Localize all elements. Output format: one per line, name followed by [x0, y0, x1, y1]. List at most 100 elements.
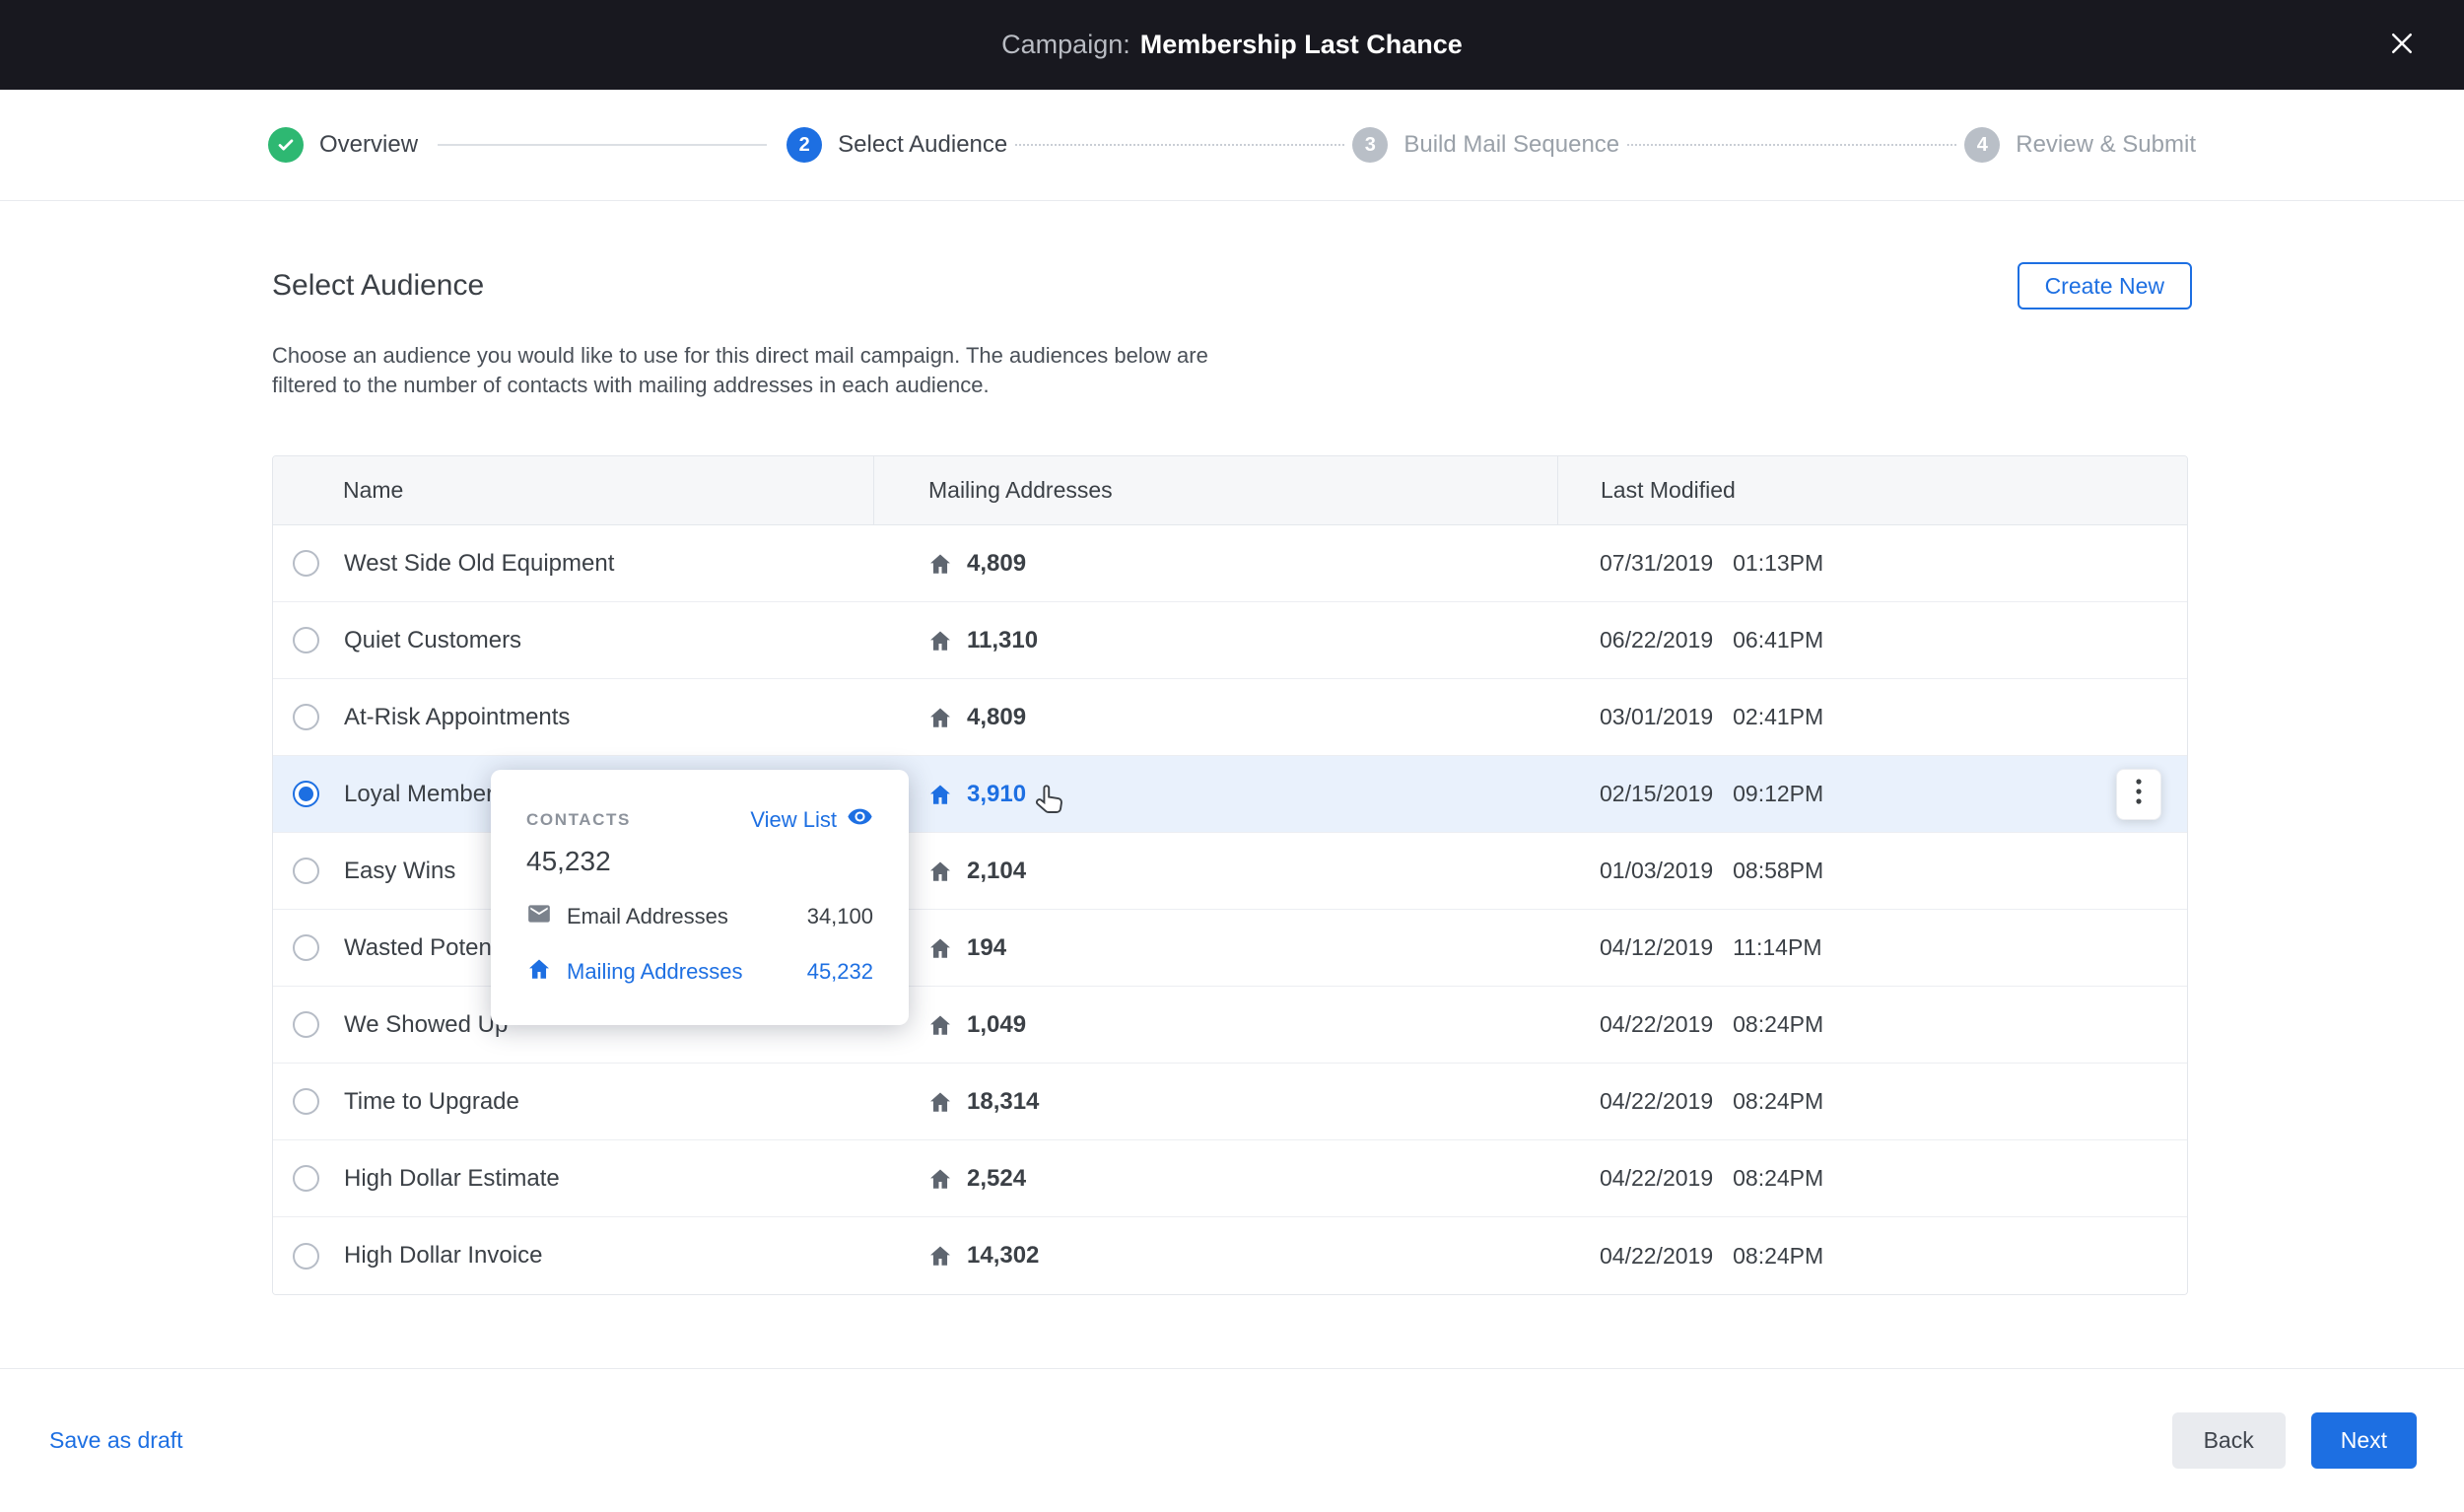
campaign-title-prefix: Campaign:	[1001, 30, 1130, 59]
column-header-name: Name	[273, 456, 873, 524]
audience-radio[interactable]	[293, 858, 319, 884]
mailing-count: 2,524	[967, 1165, 1026, 1193]
table-row[interactable]: High Dollar Estimate 2,524 04/22/2019 08…	[273, 1140, 2187, 1217]
close-icon	[2387, 29, 2417, 61]
audience-radio[interactable]	[293, 1088, 319, 1115]
step-label: Overview	[319, 131, 418, 159]
mailing-count: 18,314	[967, 1088, 1039, 1116]
step-select-audience[interactable]: 2 Select Audience	[787, 127, 1007, 163]
mailing-addresses-label[interactable]: Mailing Addresses	[567, 959, 743, 985]
mailing-count: 11,310	[967, 627, 1038, 654]
audience-radio[interactable]	[293, 1165, 319, 1192]
audience-name: High Dollar Invoice	[344, 1242, 542, 1270]
view-list-label: View List	[750, 807, 837, 833]
table-row[interactable]: Time to Upgrade 18,314 04/22/2019 08:24P…	[273, 1064, 2187, 1140]
audience-radio-checked[interactable]	[293, 781, 319, 807]
eye-icon	[847, 803, 873, 836]
modified-date: 06/22/2019	[1600, 627, 1713, 653]
audience-name: At-Risk Appointments	[344, 704, 570, 731]
step-label: Build Mail Sequence	[1403, 131, 1619, 159]
audience-radio[interactable]	[293, 627, 319, 653]
wizard-footer: Save as draft Back Next	[0, 1368, 2464, 1512]
table-header: Name Mailing Addresses Last Modified	[273, 456, 2187, 525]
modified-date: 04/22/2019	[1600, 1165, 1713, 1192]
contacts-label: CONTACTS	[526, 810, 631, 830]
modified-date: 07/31/2019	[1600, 550, 1713, 577]
house-icon	[927, 935, 953, 961]
step-overview[interactable]: Overview	[268, 127, 418, 163]
audience-name: West Side Old Equipment	[344, 550, 614, 578]
create-new-button[interactable]: Create New	[2018, 262, 2192, 309]
house-icon	[927, 1089, 953, 1115]
email-addresses-row: Email Addresses 34,100	[526, 901, 873, 932]
house-icon	[927, 1012, 953, 1038]
mailing-count: 14,302	[967, 1242, 1039, 1270]
kebab-menu-button[interactable]	[2116, 769, 2161, 820]
house-icon	[927, 551, 953, 577]
contacts-count: 45,232	[526, 846, 873, 877]
section-heading: Select Audience	[272, 269, 484, 303]
step-build-mail-sequence[interactable]: 3 Build Mail Sequence	[1352, 127, 1619, 163]
house-icon	[927, 859, 953, 884]
close-button[interactable]	[2379, 23, 2425, 68]
modified-date: 04/22/2019	[1600, 1011, 1713, 1038]
back-button[interactable]: Back	[2172, 1412, 2286, 1469]
audience-name: Loyal Members	[344, 781, 506, 808]
stepper-connector	[1015, 144, 1344, 146]
description-line: Choose an audience you would like to use…	[272, 341, 2192, 371]
wizard-stepper: Overview 2 Select Audience 3 Build Mail …	[0, 90, 2464, 201]
step-review-submit[interactable]: 4 Review & Submit	[1964, 127, 2196, 163]
table-row[interactable]: At-Risk Appointments 4,809 03/01/2019 02…	[273, 679, 2187, 756]
audience-name: Quiet Customers	[344, 627, 521, 654]
contacts-popover: CONTACTS View List 45,232 Email Addresse…	[491, 770, 909, 1025]
check-icon	[268, 127, 304, 163]
table-row[interactable]: West Side Old Equipment 4,809 07/31/2019…	[273, 525, 2187, 602]
mailing-count: 194	[967, 934, 1006, 962]
step-number: 4	[1964, 127, 2000, 163]
modified-date: 03/01/2019	[1600, 704, 1713, 730]
modified-time: 02:41PM	[1733, 704, 1823, 730]
email-addresses-value: 34,100	[807, 904, 873, 929]
mailing-count: 4,809	[967, 704, 1026, 731]
column-header-last-modified: Last Modified	[1557, 456, 2187, 524]
section-description: Choose an audience you would like to use…	[272, 341, 2192, 400]
top-bar: Campaign:Membership Last Chance	[0, 0, 2464, 90]
envelope-icon	[526, 901, 552, 932]
modified-time: 08:24PM	[1733, 1165, 1823, 1192]
step-label: Select Audience	[838, 131, 1007, 159]
kebab-icon	[2135, 778, 2143, 810]
audience-name: We Showed Up	[344, 1011, 508, 1039]
page-title: Campaign:Membership Last Chance	[1001, 30, 1463, 60]
modified-time: 11:14PM	[1733, 934, 1821, 961]
table-row[interactable]: High Dollar Invoice 14,302 04/22/2019 08…	[273, 1217, 2187, 1294]
modified-time: 09:12PM	[1733, 781, 1823, 807]
audience-name: High Dollar Estimate	[344, 1165, 560, 1193]
mailing-addresses-row: Mailing Addresses 45,232	[526, 956, 873, 988]
mailing-count: 1,049	[967, 1011, 1026, 1039]
audience-radio[interactable]	[293, 1243, 319, 1270]
save-as-draft-link[interactable]: Save as draft	[49, 1427, 183, 1454]
audience-radio[interactable]	[293, 704, 319, 730]
step-label: Review & Submit	[2016, 131, 2196, 159]
step-number: 2	[787, 127, 822, 163]
mailing-count-link[interactable]: 3,910	[967, 781, 1026, 808]
modified-date: 04/12/2019	[1600, 934, 1713, 961]
audience-radio[interactable]	[293, 934, 319, 961]
mailing-addresses-value: 45,232	[807, 959, 873, 985]
mailing-count: 2,104	[967, 858, 1026, 885]
campaign-wizard-page: Campaign:Membership Last Chance Overview…	[0, 0, 2464, 1512]
stepper-connector	[1627, 144, 1956, 146]
modified-date: 04/22/2019	[1600, 1088, 1713, 1115]
modified-date: 02/15/2019	[1600, 781, 1713, 807]
view-list-link[interactable]: View List	[750, 803, 873, 836]
modified-time: 06:41PM	[1733, 627, 1823, 653]
modified-time: 01:13PM	[1733, 550, 1823, 577]
table-row[interactable]: Quiet Customers 11,310 06/22/2019 06:41P…	[273, 602, 2187, 679]
column-header-mailing-addresses: Mailing Addresses	[873, 456, 1557, 524]
next-button[interactable]: Next	[2311, 1412, 2417, 1469]
main-content: Select Audience Create New Choose an aud…	[272, 201, 2192, 1295]
audience-radio[interactable]	[293, 1011, 319, 1038]
house-icon	[927, 782, 953, 807]
modified-time: 08:24PM	[1733, 1011, 1823, 1038]
audience-radio[interactable]	[293, 550, 319, 577]
